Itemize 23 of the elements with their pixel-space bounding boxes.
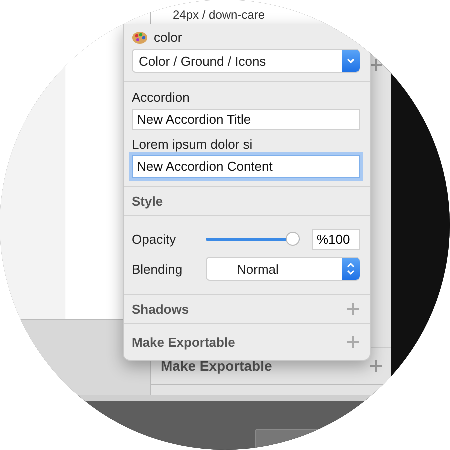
layer-name: 24px / down-care xyxy=(173,8,266,22)
opacity-label: Opacity xyxy=(132,232,178,246)
blending-label: Blending xyxy=(132,262,184,276)
opacity-field[interactable]: %100 xyxy=(312,228,360,250)
section-title: Style xyxy=(132,194,164,208)
section-title: Make Exportable xyxy=(132,334,236,350)
add-icon[interactable] xyxy=(369,58,383,72)
section-title: Make Exportable xyxy=(161,358,272,374)
add-icon[interactable] xyxy=(346,302,360,316)
symbol-dropdown[interactable]: Color / Ground / Icons xyxy=(132,49,360,73)
overrides-title: Accordion xyxy=(132,90,191,105)
section-title: Shadows xyxy=(132,302,190,316)
add-icon[interactable] xyxy=(346,335,360,349)
symbol-label: color xyxy=(154,30,182,45)
up-down-chevron-icon xyxy=(346,262,356,276)
opacity-slider[interactable] xyxy=(206,232,300,246)
blending-dropdown[interactable]: Normal xyxy=(206,257,360,281)
add-icon[interactable] xyxy=(369,359,383,373)
input-field[interactable]: New Accordion Content xyxy=(132,155,360,178)
palette-icon xyxy=(132,30,148,44)
input-field[interactable]: New Accordion Title xyxy=(132,109,360,130)
override-label: Lorem ipsum dolor si xyxy=(132,137,254,152)
chevron-down-icon xyxy=(346,57,356,65)
